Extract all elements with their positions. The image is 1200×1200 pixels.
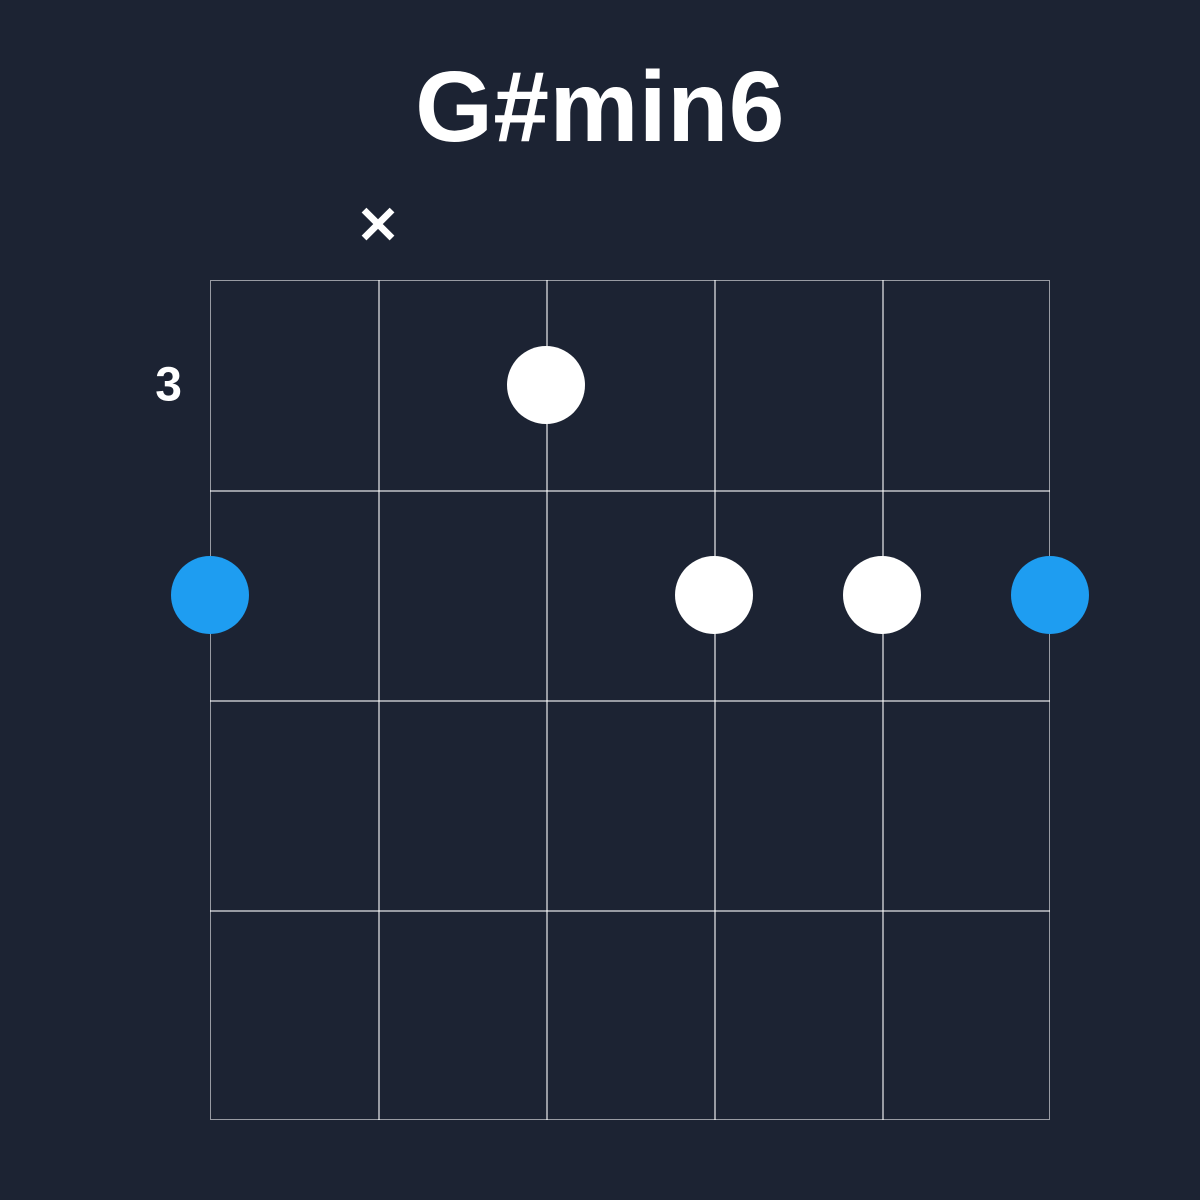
string-line <box>882 280 884 1120</box>
mute-mark-icon: ✕ <box>356 200 400 252</box>
fretboard-diagram: ✕ <box>210 280 1050 1120</box>
chord-diagram-card: G#min6 ✕ 3 <box>0 0 1200 1200</box>
starting-fret-label: 3 <box>155 358 210 413</box>
chord-name: G#min6 <box>0 50 1200 165</box>
fret-line <box>210 700 1050 702</box>
finger-dot <box>675 556 753 634</box>
string-line <box>714 280 716 1120</box>
barre-dot <box>171 556 249 634</box>
fret-line <box>210 490 1050 492</box>
fret-line <box>210 910 1050 912</box>
finger-dot <box>507 346 585 424</box>
string-line <box>378 280 380 1120</box>
finger-dot <box>843 556 921 634</box>
barre-dot <box>1011 556 1089 634</box>
